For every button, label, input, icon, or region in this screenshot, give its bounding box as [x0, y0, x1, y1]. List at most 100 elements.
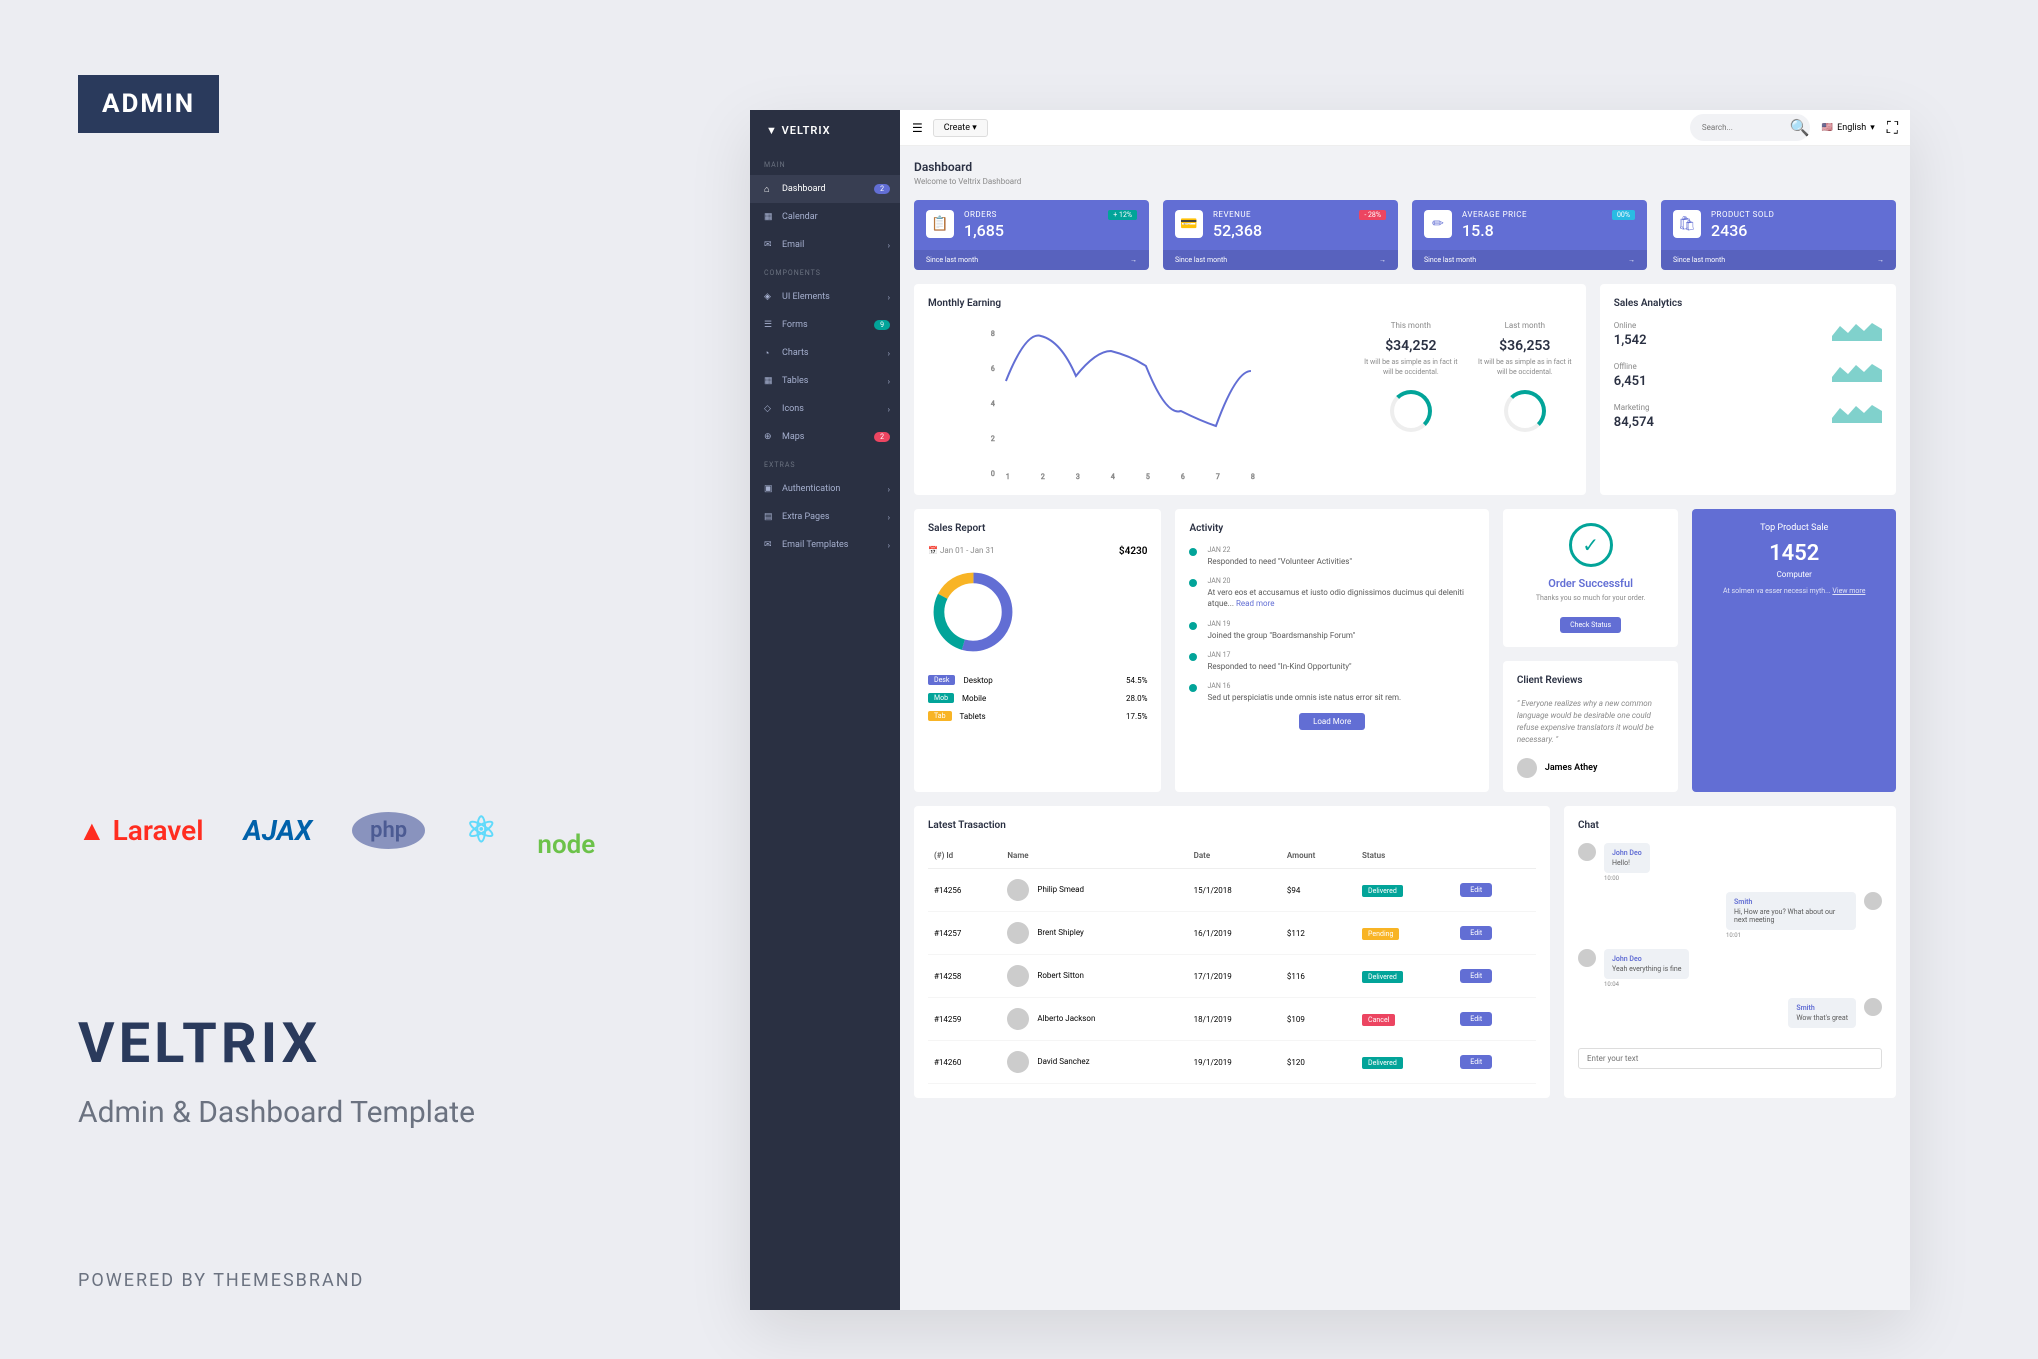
- fullscreen-icon[interactable]: ⛶: [1887, 118, 1898, 138]
- donut-icon: [1390, 390, 1432, 432]
- avatar: [1007, 879, 1029, 901]
- load-more-button[interactable]: Load More: [1299, 713, 1365, 730]
- svg-text:1: 1: [1006, 473, 1010, 481]
- stat-value: 2436: [1711, 221, 1884, 240]
- svg-text:4: 4: [991, 400, 995, 408]
- top-product-desc: At solmen va esser necessi myth... View …: [1706, 587, 1882, 595]
- svg-text:7: 7: [1216, 473, 1220, 481]
- activity-card: Activity JAN 22Responded to need "Volunt…: [1175, 509, 1488, 792]
- tech-logos: ▲ Laravel AJAX php ⚛ node: [78, 800, 678, 860]
- sidebar-icon: ◈: [764, 292, 774, 302]
- search-icon[interactable]: 🔍: [1790, 118, 1810, 137]
- stat-card-product-sold[interactable]: 🛍PRODUCT SOLD2436Since last month→: [1661, 200, 1896, 270]
- create-button[interactable]: Create ▾: [933, 119, 988, 137]
- sidebar-item-email-templates[interactable]: ✉Email Templates›: [750, 531, 900, 559]
- table-header: Date: [1188, 843, 1281, 869]
- activity-item: JAN 19Joined the group "Boardsmanship Fo…: [1189, 620, 1474, 641]
- sidebar-icon: ◇: [764, 404, 774, 414]
- avatar: [1864, 892, 1882, 910]
- sidebar-label: Email: [782, 240, 804, 250]
- chat-input[interactable]: [1578, 1048, 1882, 1069]
- earning-col: Last month$36,253It will be as simple as…: [1478, 321, 1572, 481]
- sidebar-logo[interactable]: ▼ VELTRIX: [750, 110, 900, 151]
- stat-value: 52,368: [1213, 221, 1349, 240]
- menu-icon[interactable]: ☰: [912, 121, 923, 135]
- page-title: Dashboard: [914, 160, 1896, 174]
- top-product-title: Top Product Sale: [1706, 523, 1882, 533]
- sidebar-item-extra-pages[interactable]: ▤Extra Pages›: [750, 503, 900, 531]
- read-more-link[interactable]: Read more: [1236, 599, 1274, 608]
- edit-button[interactable]: Edit: [1460, 1055, 1492, 1069]
- stat-footer: Since last month→: [1661, 250, 1896, 270]
- edit-button[interactable]: Edit: [1460, 1012, 1492, 1026]
- chat-card: Chat John DeoHello!10:00SmithHi, How are…: [1564, 806, 1896, 1098]
- stat-footer: Since last month→: [1412, 250, 1647, 270]
- table-header: Name: [1001, 843, 1187, 869]
- admin-badge: ADMIN: [78, 75, 219, 133]
- order-title: Order Successful: [1517, 577, 1665, 590]
- sidebar-item-charts[interactable]: ◔Charts›: [750, 339, 900, 367]
- laravel-logo: ▲ Laravel: [78, 814, 203, 847]
- legend-item: MobMobile28.0%: [928, 693, 1147, 703]
- arrow-right-icon[interactable]: →: [1379, 256, 1386, 264]
- sidebar-item-ui-elements[interactable]: ◈UI Elements›: [750, 283, 900, 311]
- sidebar-icon: ▦: [764, 212, 774, 222]
- table-row: #14256Philip Smead15/1/2018$94DeliveredE…: [928, 869, 1536, 912]
- card-title: Client Reviews: [1517, 675, 1665, 686]
- chat-message: SmithHi, How are you? What about our nex…: [1578, 892, 1882, 939]
- analytics-row: Online1,542: [1614, 321, 1882, 348]
- search-input[interactable]: [1702, 123, 1782, 132]
- sidebar-item-forms[interactable]: ☰Forms9: [750, 311, 900, 339]
- sidebar-icon: ▣: [764, 484, 774, 494]
- analytics-row: Offline6,451: [1614, 362, 1882, 389]
- sidebar-label: Authentication: [782, 484, 840, 494]
- stat-label: PRODUCT SOLD: [1711, 210, 1884, 219]
- chevron-right-icon: ›: [888, 349, 890, 358]
- stat-badge: - 28%: [1359, 210, 1386, 220]
- search-box[interactable]: 🔍: [1690, 114, 1810, 141]
- stat-card-revenue[interactable]: 💳REVENUE52,368- 28%Since last month→: [1163, 200, 1398, 270]
- check-status-button[interactable]: Check Status: [1560, 617, 1621, 633]
- chevron-right-icon: ›: [888, 293, 890, 302]
- client-reviews-card: Client Reviews " Everyone realizes why a…: [1503, 661, 1679, 792]
- stat-icon: 📋: [926, 210, 954, 238]
- order-successful-card: ✓ Order Successful Thanks you so much fo…: [1503, 509, 1679, 647]
- view-more-link[interactable]: View more: [1832, 587, 1865, 595]
- stat-label: AVERAGE PRICE: [1462, 210, 1602, 219]
- sidebar-label: Extra Pages: [782, 512, 830, 522]
- arrow-right-icon[interactable]: →: [1628, 256, 1635, 264]
- card-title: Chat: [1578, 820, 1882, 831]
- edit-button[interactable]: Edit: [1460, 883, 1492, 897]
- sidebar-item-email[interactable]: ✉Email›: [750, 231, 900, 259]
- stat-icon: 💳: [1175, 210, 1203, 238]
- stat-icon: ✏: [1424, 210, 1452, 238]
- edit-button[interactable]: Edit: [1460, 926, 1492, 940]
- page-subtitle: Welcome to Veltrix Dashboard: [914, 177, 1896, 186]
- chevron-right-icon: ›: [888, 405, 890, 414]
- sidebar-icon: ◔: [764, 348, 774, 358]
- dot-icon: [1189, 653, 1197, 661]
- top-product-name: Computer: [1706, 570, 1882, 579]
- transactions-card: Latest Trasaction (#) IdNameDateAmountSt…: [914, 806, 1550, 1098]
- check-icon: ✓: [1569, 523, 1613, 567]
- stat-cards: 📋ORDERS1,685+ 12%Since last month→💳REVEN…: [914, 200, 1896, 270]
- sidebar-item-authentication[interactable]: ▣Authentication›: [750, 475, 900, 503]
- status-badge: Delivered: [1362, 971, 1403, 983]
- sidebar-item-icons[interactable]: ◇Icons›: [750, 395, 900, 423]
- stat-card-average-price[interactable]: ✏AVERAGE PRICE15.800%Since last month→: [1412, 200, 1647, 270]
- sidebar-item-tables[interactable]: ▦Tables›: [750, 367, 900, 395]
- stat-card-orders[interactable]: 📋ORDERS1,685+ 12%Since last month→: [914, 200, 1149, 270]
- sidebar: ▼ VELTRIX MAIN⌂Dashboard2▦Calendar✉Email…: [750, 110, 900, 1310]
- sales-analytics-card: Sales Analytics Online1,542Offline6,451M…: [1600, 284, 1896, 495]
- avatar: [1007, 965, 1029, 987]
- sidebar-icon: ⊕: [764, 432, 774, 442]
- edit-button[interactable]: Edit: [1460, 969, 1492, 983]
- sidebar-item-calendar[interactable]: ▦Calendar: [750, 203, 900, 231]
- sparkline-chart: [1832, 403, 1882, 423]
- arrow-right-icon[interactable]: →: [1130, 256, 1137, 264]
- sidebar-icon: ☰: [764, 320, 774, 330]
- arrow-right-icon[interactable]: →: [1877, 256, 1884, 264]
- sidebar-item-dashboard[interactable]: ⌂Dashboard2: [750, 175, 900, 203]
- language-selector[interactable]: 🇺🇸 English ▾: [1822, 123, 1875, 133]
- sidebar-item-maps[interactable]: ⊕Maps2: [750, 423, 900, 451]
